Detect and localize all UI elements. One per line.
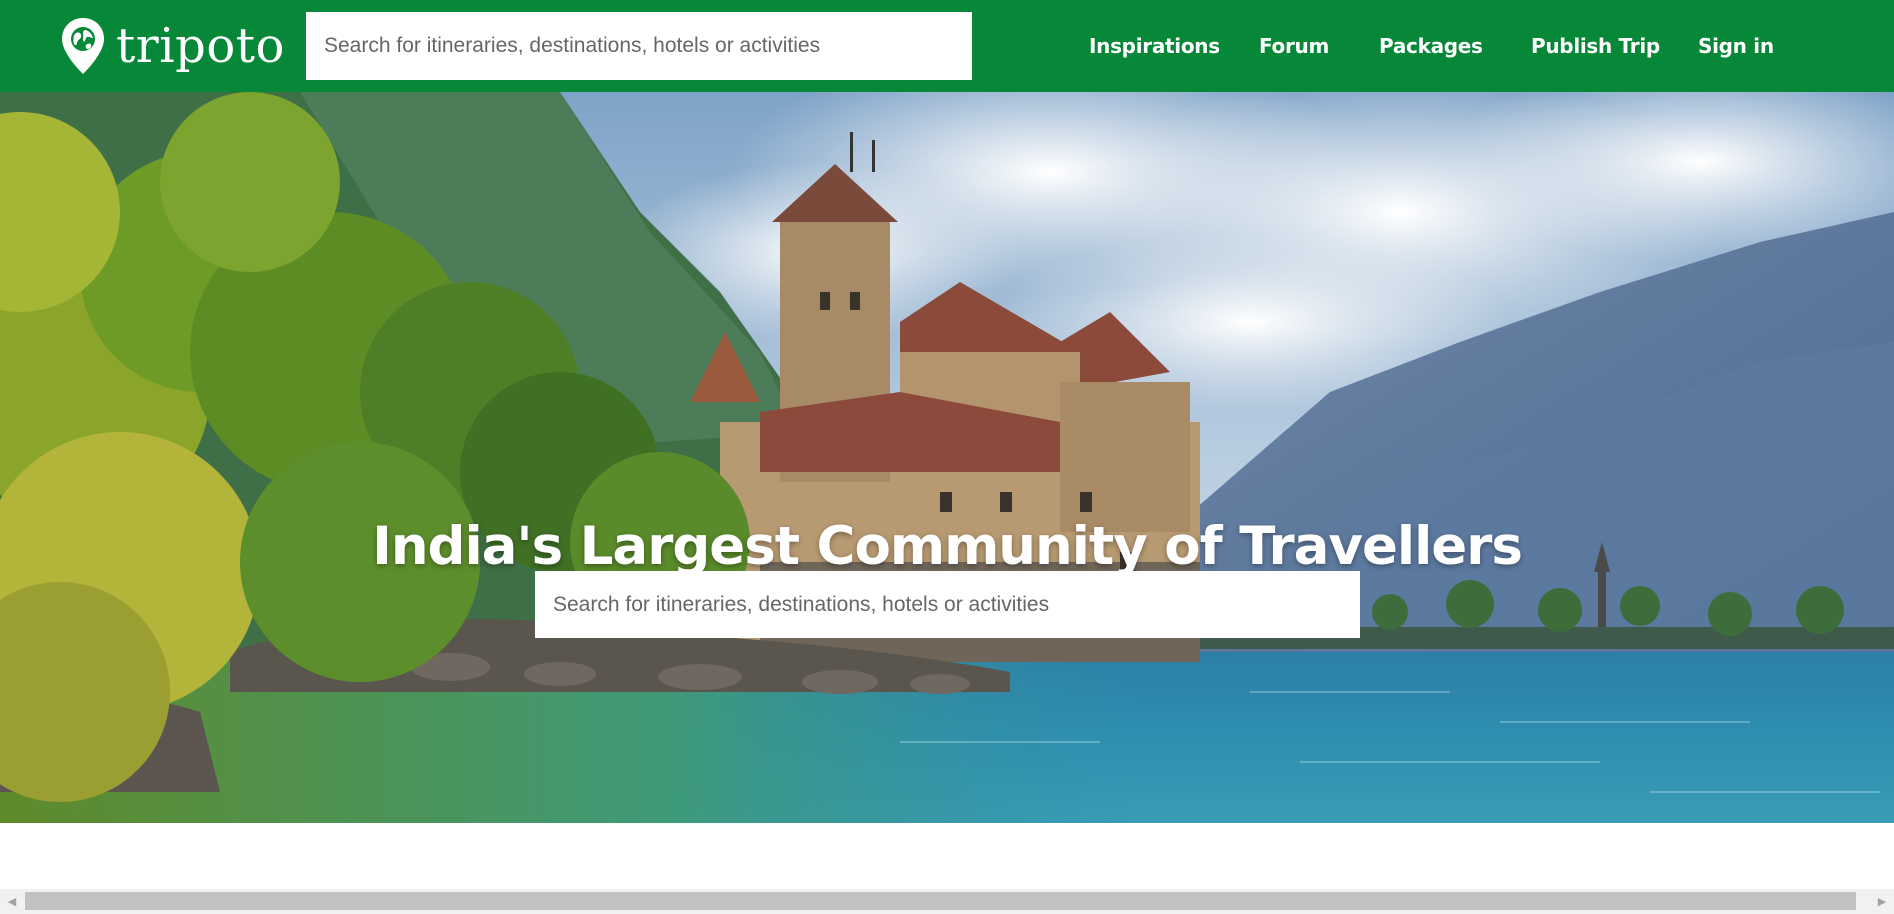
hero-title: India's Largest Community of Travellers xyxy=(372,515,1523,577)
hero-background-image xyxy=(0,92,1894,823)
nav-publish-trip[interactable]: Publish Trip xyxy=(1531,0,1660,92)
top-navigation-bar: tripoto Inspirations Forum Packages Publ… xyxy=(0,0,1894,92)
header-search-input[interactable] xyxy=(306,12,972,80)
hero-search-input[interactable] xyxy=(535,571,1360,638)
nav-packages[interactable]: Packages xyxy=(1379,0,1483,92)
arrow-right-icon[interactable]: ▶ xyxy=(1870,889,1894,914)
horizontal-scrollbar[interactable]: ◀ ▶ xyxy=(0,889,1894,914)
nav-inspirations[interactable]: Inspirations xyxy=(1089,0,1220,92)
nav-sign-in[interactable]: Sign in xyxy=(1698,0,1774,92)
arrow-left-icon[interactable]: ◀ xyxy=(0,889,24,914)
scrollbar-thumb[interactable] xyxy=(25,892,1856,910)
nav-forum[interactable]: Forum xyxy=(1259,0,1329,92)
hero-banner: India's Largest Community of Travellers xyxy=(0,92,1894,823)
map-pin-globe-icon xyxy=(62,18,104,74)
tripoto-logo[interactable]: tripoto xyxy=(60,16,285,76)
logo-wordmark: tripoto xyxy=(116,18,285,74)
